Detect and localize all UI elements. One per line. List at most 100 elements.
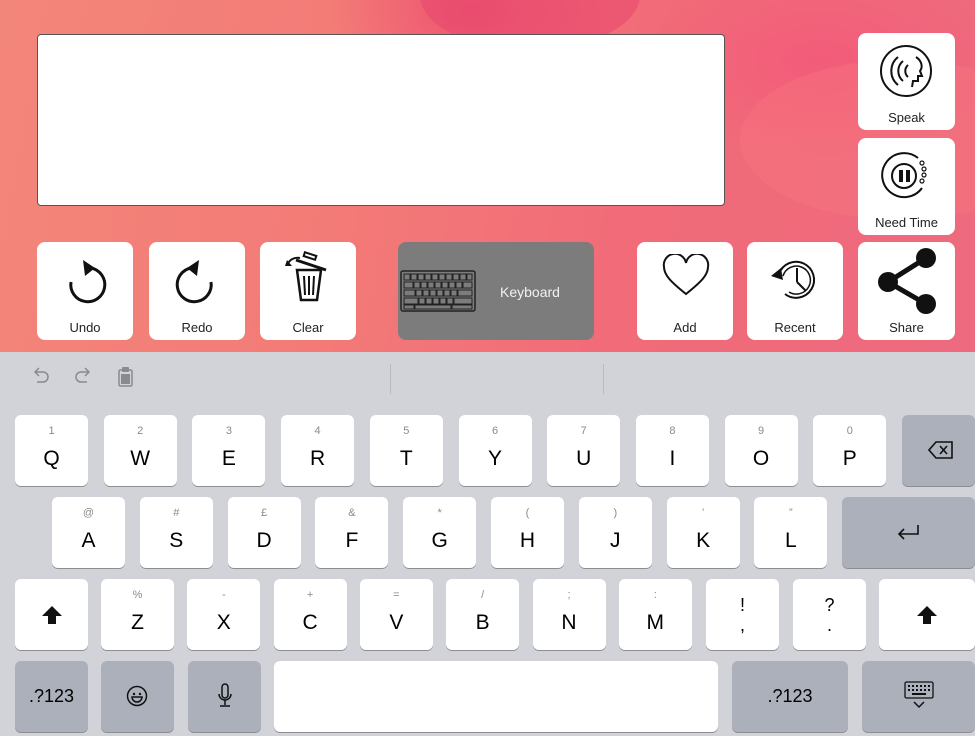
emoji-key[interactable] <box>101 661 174 732</box>
keyboard-toggle-button[interactable]: Keyboard <box>398 242 594 340</box>
heart-icon <box>662 254 710 296</box>
key-char: M <box>646 611 665 634</box>
recent-button[interactable]: Recent <box>747 242 843 340</box>
key-n[interactable]: ; N <box>532 579 606 650</box>
need-time-label: Need Time <box>875 215 938 230</box>
key-d[interactable]: £ D <box>227 497 301 568</box>
keyboard-icon <box>400 270 476 312</box>
key-alt-char: ” <box>789 507 793 519</box>
message-text-area[interactable] <box>37 34 725 206</box>
key-alt-char: ) <box>613 507 618 519</box>
key-m[interactable]: :M <box>618 579 692 650</box>
key-char: H <box>519 529 536 552</box>
key-alt-char: : <box>653 589 657 601</box>
return-key[interactable] <box>842 497 975 568</box>
shift-icon <box>42 606 62 624</box>
add-label: Add <box>673 320 697 335</box>
key-r[interactable]: 4R <box>281 415 355 486</box>
key-i[interactable]: 8I <box>635 415 709 486</box>
undo-button[interactable]: Undo <box>37 242 133 340</box>
dictation-key[interactable] <box>188 661 261 732</box>
key-h[interactable]: (H <box>491 497 564 568</box>
keyboard-label: Keyboard <box>500 284 560 300</box>
numbers-key-left[interactable]: .?123 <box>15 661 88 732</box>
key-y[interactable]: 6Y <box>458 415 532 486</box>
key-alt-char: 0 <box>846 425 853 437</box>
speak-button[interactable]: Speak <box>858 33 955 130</box>
delete-key[interactable] <box>902 415 975 486</box>
key-exclamation[interactable]: ! , <box>706 579 779 650</box>
shift-key-left[interactable] <box>15 579 88 650</box>
key-p[interactable]: 0P <box>813 415 887 486</box>
dismiss-keyboard-key[interactable] <box>862 661 975 732</box>
key-o[interactable]: 9O <box>724 415 798 486</box>
key-z[interactable]: % Z <box>101 579 174 650</box>
key-alt-char: - <box>221 589 226 601</box>
key-u[interactable]: 7U <box>547 415 621 486</box>
key-b[interactable]: / B <box>446 579 520 650</box>
share-button[interactable]: Share <box>858 242 955 340</box>
clear-button[interactable]: Clear <box>260 242 356 340</box>
undo-icon <box>69 260 107 304</box>
key-char: T <box>399 447 413 470</box>
toolbar-divider <box>390 364 391 394</box>
key-alt-char: 4 <box>314 425 321 437</box>
paste-icon[interactable] <box>116 366 136 388</box>
key-k[interactable]: ’ K <box>666 497 740 568</box>
key-a[interactable]: @ A <box>52 497 125 568</box>
key-char: A <box>81 529 96 552</box>
speak-label: Speak <box>888 110 925 125</box>
key-bottom-char: , <box>739 615 745 635</box>
space-bar[interactable] <box>274 661 718 732</box>
key-alt-char: 8 <box>669 425 676 437</box>
keyboard-shortcut-bar <box>0 352 975 404</box>
key-char: R <box>310 447 326 470</box>
key-char: B <box>475 611 490 634</box>
key-char: Y <box>487 447 502 470</box>
key-alt-char: 5 <box>403 425 410 437</box>
key-x[interactable]: -X <box>187 579 261 650</box>
key-question[interactable]: ? . <box>793 579 866 650</box>
key-alt-char: * <box>437 507 442 519</box>
key-alt-char: 2 <box>137 425 144 437</box>
key-alt-char: 9 <box>758 425 765 437</box>
redo-shortcut-icon[interactable] <box>74 366 94 386</box>
key-alt-char: ( <box>525 507 530 519</box>
speak-icon <box>880 45 932 97</box>
undo-shortcut-icon[interactable] <box>30 366 50 386</box>
key-bottom-char: . <box>826 615 832 635</box>
key-t[interactable]: 5T <box>369 415 443 486</box>
key-j[interactable]: ) J <box>578 497 652 568</box>
emoji-icon <box>126 685 148 707</box>
toolbar-divider <box>603 364 604 394</box>
add-favorite-button[interactable]: Add <box>637 242 733 340</box>
key-char: D <box>256 529 272 552</box>
redo-button[interactable]: Redo <box>149 242 245 340</box>
key-char: V <box>389 611 404 634</box>
key-char: O <box>752 447 770 470</box>
key-char: L <box>785 529 797 552</box>
key-e[interactable]: 3E <box>192 415 266 486</box>
key-v[interactable]: = V <box>359 579 433 650</box>
key-char: F <box>345 529 359 552</box>
key-char: U <box>576 447 592 470</box>
key-g[interactable]: * G <box>403 497 477 568</box>
key-c[interactable]: + C <box>273 579 347 650</box>
key-alt-char: ; <box>567 589 571 601</box>
key-alt-char: % <box>132 589 143 601</box>
numbers-key-right[interactable]: .?123 <box>732 661 848 732</box>
key-alt-char: + <box>306 589 314 601</box>
key-char: K <box>696 529 711 552</box>
key-q[interactable]: 1Q <box>15 415 88 486</box>
key-alt-char: = <box>393 589 400 601</box>
key-char: G <box>431 529 448 552</box>
shift-key-right[interactable] <box>879 579 975 650</box>
key-s[interactable]: # S <box>139 497 213 568</box>
key-w[interactable]: 2W <box>103 415 177 486</box>
key-l[interactable]: ” L <box>754 497 828 568</box>
key-char: I <box>669 447 676 470</box>
key-alt-char: / <box>481 589 485 601</box>
need-time-button[interactable]: Need Time <box>858 138 955 235</box>
key-alt-char: 6 <box>491 425 499 437</box>
key-f[interactable]: & F <box>315 497 389 568</box>
